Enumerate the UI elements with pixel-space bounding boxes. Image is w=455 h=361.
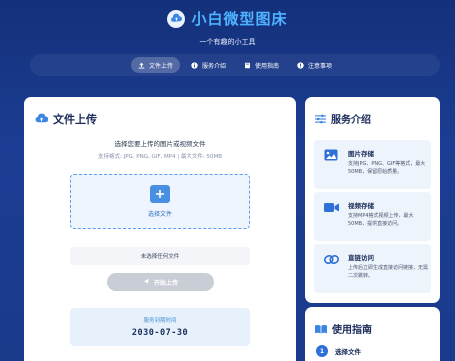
expiry-date: 2030-07-30 xyxy=(131,328,189,338)
service-desc: 上传后立即生成直接访问链接，无需二次跳转。 xyxy=(348,265,429,279)
tab-notes-label: 注意事项 xyxy=(308,62,333,70)
sliders-icon xyxy=(315,109,326,128)
tab-services-label: 服务介绍 xyxy=(201,62,226,70)
guide-card-title: 使用指南 xyxy=(332,325,372,336)
service-item-video: 视频存储 支持MP4格式视频上传，最大50MB，提供直接访问。 xyxy=(314,192,431,241)
warning-icon xyxy=(297,61,304,69)
service-name: 图片存储 xyxy=(348,150,374,158)
service-item-link: 直链访问 上传后立即生成直接访问链接，无需二次跳转。 xyxy=(314,244,431,293)
file-dropzone[interactable]: 选择文件 xyxy=(70,174,250,229)
services-card: 服务介绍 图片存储 支持JPG、PNG、GIF等格式，最大50MB，保留原始质量… xyxy=(305,97,440,303)
book-open-icon xyxy=(315,319,327,338)
service-desc: 支持JPG、PNG、GIF等格式，最大50MB，保留原始质量。 xyxy=(348,161,426,175)
tab-upload-label: 文件上传 xyxy=(148,62,173,70)
app-header: 小白微型图床 一个有趣的小工具 xyxy=(0,0,455,52)
tab-guide[interactable]: 使用指南 xyxy=(237,57,286,73)
upload-icon xyxy=(138,62,145,69)
cloud-upload-icon xyxy=(35,109,49,128)
tab-services[interactable]: 服务介绍 xyxy=(184,57,233,73)
guide-step: 1 选择文件 xyxy=(316,345,361,357)
step-number: 1 xyxy=(316,345,328,357)
upload-card: 文件上传 选择您要上传的图片或视频文件 支持格式: JPG, PNG, GIF,… xyxy=(24,97,296,361)
upload-card-title: 文件上传 xyxy=(53,112,97,126)
main-nav: 文件上传 服务介绍 使用指南 注意事项 xyxy=(30,54,440,76)
step-text: 选择文件 xyxy=(335,348,361,356)
guide-card-header: 使用指南 xyxy=(315,319,372,338)
upload-card-header: 文件上传 xyxy=(35,109,97,128)
video-icon xyxy=(323,200,339,214)
send-icon xyxy=(143,278,150,287)
add-file-icon xyxy=(150,185,170,203)
app-title: 小白微型图床 xyxy=(191,10,288,28)
tab-notes[interactable]: 注意事项 xyxy=(290,57,339,73)
tab-guide-label: 使用指南 xyxy=(255,62,280,70)
app-subtitle: 一个有趣的小工具 xyxy=(199,38,256,46)
services-card-header: 服务介绍 xyxy=(315,109,371,128)
choose-file-label: 选择文件 xyxy=(147,211,172,218)
guide-card: 使用指南 1 选择文件 xyxy=(305,307,440,361)
book-icon xyxy=(244,62,251,69)
service-name: 直链访问 xyxy=(348,254,374,262)
start-upload-label: 开始上传 xyxy=(153,279,178,287)
link-icon xyxy=(323,252,339,266)
image-icon xyxy=(323,148,339,162)
services-card-title: 服务介绍 xyxy=(331,115,371,126)
service-item-image: 图片存储 支持JPG、PNG、GIF等格式，最大50MB，保留原始质量。 xyxy=(314,140,431,189)
tab-upload[interactable]: 文件上传 xyxy=(130,57,180,73)
expiry-label: 服务到期时间 xyxy=(143,318,177,324)
cloud-upload-icon xyxy=(167,9,186,28)
service-name: 视频存储 xyxy=(348,202,374,210)
expiry-box: 服务到期时间 2030-07-30 xyxy=(70,308,250,346)
service-desc: 支持MP4格式视频上传，最大50MB，提供直接访问。 xyxy=(348,213,414,227)
file-status: 未选择任何文件 xyxy=(70,247,250,265)
upload-prompt: 选择您要上传的图片或视频文件 xyxy=(114,140,206,148)
info-icon xyxy=(191,61,198,69)
logo-row: 小白微型图床 xyxy=(0,8,455,29)
supported-formats: 支持格式: JPG, PNG, GIF, MP4 | 最大文件: 50MB xyxy=(97,154,223,160)
start-upload-button[interactable]: 开始上传 xyxy=(107,273,214,291)
